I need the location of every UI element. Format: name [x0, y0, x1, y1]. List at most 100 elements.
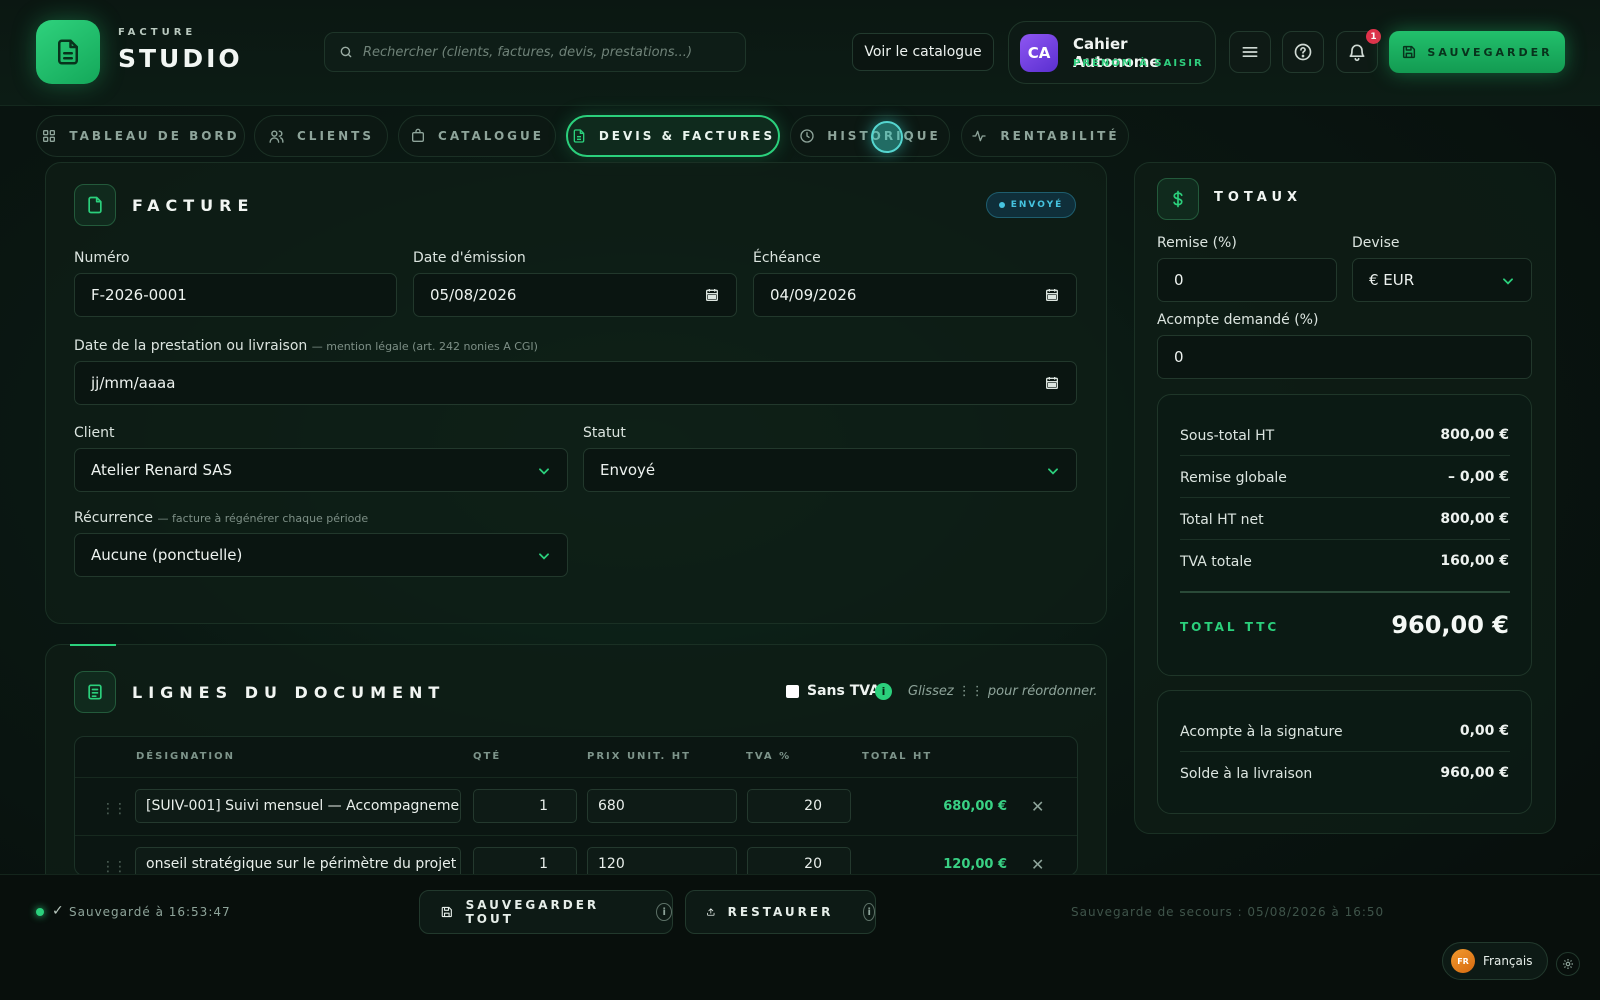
tab-devis-factures[interactable]: DEVIS & FACTURES	[566, 115, 780, 157]
tab-label: CATALOGUE	[438, 129, 544, 143]
tab-historique[interactable]: HISTORIQUE	[790, 115, 950, 157]
designation-input[interactable]: onseil stratégique sur le périmètre du p…	[135, 847, 461, 875]
remise-input[interactable]: 0	[1157, 258, 1337, 302]
devise-select[interactable]: € EUR	[1352, 258, 1532, 302]
bell-icon	[1349, 44, 1365, 62]
help-button[interactable]	[1282, 31, 1324, 73]
save-button-label: SAUVEGARDER	[1427, 45, 1553, 59]
view-catalog-button[interactable]: Voir le catalogue	[852, 33, 994, 71]
remise-value: 0	[1174, 271, 1184, 289]
statut-select[interactable]: Envoyé	[583, 448, 1077, 492]
language-selector[interactable]: FR Français	[1442, 942, 1548, 980]
user-profile[interactable]: CA Cahier Autonome PRÉNOM À SAISIR	[1008, 21, 1216, 84]
tab-tableau-de-bord[interactable]: TABLEAU DE BORD	[36, 115, 245, 157]
sans-tva-checkbox[interactable]	[786, 685, 799, 698]
quantity-input[interactable]: 1	[473, 789, 577, 823]
status-badge-label: ENVOYÉ	[1010, 200, 1064, 210]
statut-value: Envoyé	[600, 461, 656, 479]
subtotal-value: 800,00 €	[1440, 427, 1509, 443]
users-icon	[269, 129, 284, 143]
prestation-hint: — mention légale (art. 242 nonies A CGI)	[311, 340, 538, 353]
save-all-button[interactable]: SAUVEGARDER TOUT i	[419, 890, 673, 934]
totals-icon-box	[1157, 178, 1199, 220]
acompte-label: Acompte demandé (%)	[1157, 312, 1319, 328]
lines-title: LIGNES DU DOCUMENT	[132, 683, 446, 702]
info-icon[interactable]: i	[863, 903, 875, 921]
tab-catalogue[interactable]: CATALOGUE	[398, 115, 556, 157]
chevron-down-icon	[539, 468, 549, 475]
settings-button[interactable]	[1556, 952, 1580, 976]
column-header: QTÉ	[473, 751, 502, 762]
document-icon	[573, 129, 585, 143]
unit-price-input[interactable]: 120	[587, 847, 737, 875]
floppy-icon	[441, 906, 452, 918]
tva-input[interactable]: 20	[747, 789, 851, 823]
devise-value: € EUR	[1369, 271, 1415, 289]
calendar-icon[interactable]	[1044, 375, 1060, 391]
acompte-input[interactable]: 0	[1157, 335, 1532, 379]
total-ttc-value: 960,00 €	[1391, 611, 1509, 639]
search-icon	[340, 46, 352, 58]
dropdown-caret-icon[interactable]: ▼	[460, 859, 461, 870]
tab-clients[interactable]: CLIENTS	[254, 115, 388, 157]
line-total: 120,00 €	[943, 857, 1007, 872]
acompte-signature-value: 0,00 €	[1459, 723, 1509, 739]
search-input[interactable]	[363, 44, 733, 60]
tva-totale-label: TVA totale	[1180, 554, 1252, 570]
tva-totale-value: 160,00 €	[1440, 553, 1509, 569]
designation-input[interactable]: [SUIV-001] Suivi mensuel — Accompagneme	[135, 789, 461, 823]
saved-status: Sauvegardé à 16:53:47	[69, 905, 231, 919]
client-value: Atelier Renard SAS	[91, 461, 233, 479]
search-bar[interactable]	[324, 32, 746, 72]
app-logo[interactable]	[36, 20, 100, 84]
column-header: TOTAL HT	[862, 751, 933, 762]
recurrence-hint: — facture à régénérer chaque période	[157, 512, 369, 525]
menu-button[interactable]	[1229, 31, 1271, 73]
tab-rentabilite[interactable]: RENTABILITÉ	[961, 115, 1129, 157]
clock-icon	[800, 129, 814, 143]
drag-handle-icon[interactable]: ⋮⋮	[101, 801, 127, 817]
emission-label: Date d'émission	[413, 250, 526, 266]
recurrence-select[interactable]: Aucune (ponctuelle)	[74, 533, 568, 577]
acompte-value: 0	[1174, 348, 1184, 366]
total-ttc-label: TOTAL TTC	[1180, 620, 1280, 634]
quantity-input[interactable]: 1	[473, 847, 577, 875]
column-header: DÉSIGNATION	[136, 751, 236, 762]
delete-line-icon[interactable]: ✕	[1031, 797, 1044, 816]
calendar-icon[interactable]	[704, 287, 720, 303]
acompte-signature-label: Acompte à la signature	[1180, 724, 1343, 740]
echeance-date-field[interactable]: 04/09/2026	[753, 273, 1077, 317]
client-label: Client	[74, 425, 115, 441]
restore-button[interactable]: RESTAURER i	[685, 890, 876, 934]
prestation-date-field[interactable]: jj/mm/aaaa	[74, 361, 1077, 405]
delete-line-icon[interactable]: ✕	[1031, 855, 1044, 874]
info-icon[interactable]: i	[656, 903, 672, 921]
emission-date-field[interactable]: 05/08/2026	[413, 273, 737, 317]
line-total: 680,00 €	[943, 799, 1007, 814]
client-select[interactable]: Atelier Renard SAS	[74, 448, 568, 492]
tab-label: CLIENTS	[297, 129, 374, 143]
lines-card-accent	[70, 644, 116, 646]
floppy-icon	[1403, 45, 1416, 59]
bag-icon	[412, 128, 425, 142]
tab-label: RENTABILITÉ	[1000, 129, 1120, 143]
save-all-label: SAUVEGARDER TOUT	[465, 898, 600, 926]
numero-field[interactable]: F-2026-0001	[74, 273, 397, 317]
grid-icon	[43, 130, 56, 142]
payment-divider	[1180, 751, 1510, 752]
info-icon[interactable]: i	[875, 683, 892, 700]
app-header: FACTURE STUDIO Voir le catalogue CA Cahi…	[0, 0, 1600, 106]
tva-input[interactable]: 20	[747, 847, 851, 875]
calendar-icon[interactable]	[1044, 287, 1060, 303]
unit-price-input[interactable]: 680	[587, 789, 737, 823]
save-button[interactable]: SAUVEGARDER	[1389, 31, 1565, 73]
solde-label: Solde à la livraison	[1180, 766, 1313, 782]
drag-handle-icon[interactable]: ⋮⋮	[101, 859, 127, 875]
prestation-label: Date de la prestation ou livraison — men…	[74, 338, 538, 354]
tab-label: TABLEAU DE BORD	[69, 129, 240, 143]
summary-divider	[1180, 497, 1510, 498]
designation-text: onseil stratégique sur le périmètre du p…	[146, 856, 457, 872]
lines-icon-box	[74, 671, 116, 713]
row-divider	[75, 835, 1077, 836]
subtotal-label: Sous-total HT	[1180, 428, 1275, 444]
